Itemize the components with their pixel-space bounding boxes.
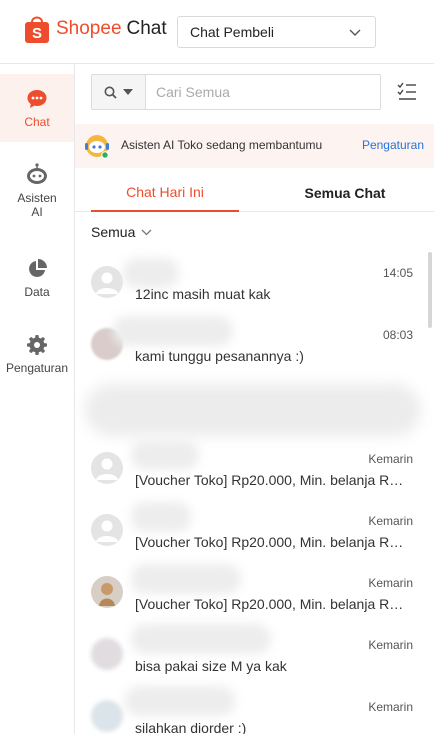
ai-assistant-banner: Asisten AI Toko sedang membantumu Pengat… — [75, 124, 434, 168]
sidebar-item-pengaturan[interactable]: Pengaturan — [0, 334, 74, 378]
conversation-preview: 12inc masih muat kak — [135, 286, 271, 302]
conversation-row[interactable]: Kemarin silahkan diorder :) — [75, 686, 425, 734]
conversation-row[interactable]: Kemarin [Voucher Toko] Rp20.000, Min. be… — [75, 564, 425, 628]
conversation-preview: bisa pakai size M ya kak — [135, 658, 287, 674]
contact-name-redacted — [131, 440, 199, 470]
sidebar: Chat Asisten AI Data Pengaturan — [0, 64, 75, 734]
avatar — [91, 638, 123, 670]
shopee-bag-icon: S — [25, 16, 49, 43]
search-bar — [91, 74, 381, 110]
ai-banner-text: Asisten AI Toko sedang membantumu — [121, 138, 323, 152]
sidebar-item-chat[interactable]: Chat — [0, 74, 74, 142]
conversation-preview: silahkan diorder :) — [135, 720, 247, 734]
tab-semua-chat[interactable]: Semua Chat — [271, 174, 419, 212]
conversation-row[interactable]: Kemarin [Voucher Toko] Rp20.000, Min. be… — [75, 502, 425, 566]
conversation-filter-dropdown[interactable]: Semua — [91, 224, 152, 240]
contact-name-redacted — [125, 686, 235, 716]
robot-icon — [27, 163, 47, 184]
search-icon — [104, 86, 117, 99]
sidebar-item-asisten-ai[interactable]: Asisten AI — [0, 162, 74, 226]
filter-selected-label: Semua — [91, 224, 136, 240]
tab-chat-hari-ini[interactable]: Chat Hari Ini — [91, 174, 239, 212]
conversation-time: 08:03 — [382, 328, 413, 342]
conversation-time: Kemarin — [368, 700, 413, 714]
conversation-time: Kemarin — [368, 452, 413, 466]
redacted-conversation — [85, 384, 421, 436]
conversation-row[interactable]: Kemarin [Voucher Toko] Rp20.000, Min. be… — [75, 440, 425, 504]
avatar — [91, 266, 123, 298]
ai-assistant-avatar-icon — [85, 135, 109, 159]
sidebar-item-label: Pengaturan — [5, 361, 69, 375]
avatar — [91, 576, 123, 608]
pie-chart-icon — [29, 259, 47, 277]
conversation-preview: [Voucher Toko] Rp20.000, Min. belanja Rp… — [135, 472, 407, 488]
search-scope-dropdown[interactable] — [92, 75, 146, 109]
conversation-time: Kemarin — [368, 514, 413, 528]
contact-name-redacted — [113, 316, 233, 346]
contact-name-redacted — [131, 624, 271, 654]
product-name: Chat — [126, 18, 167, 39]
conversation-row[interactable]: 08:03 kami tunggu pesanannya :) — [75, 316, 425, 380]
contact-name-redacted — [131, 502, 191, 532]
conversation-row[interactable]: 14:05 12inc masih muat kak — [75, 256, 425, 318]
conversation-preview: [Voucher Toko] Rp20.000, Min. belanja Rp… — [135, 534, 407, 550]
conversation-preview: [Voucher Toko] Rp20.000, Min. belanja Rp… — [135, 596, 407, 612]
avatar — [91, 452, 123, 484]
gear-icon — [27, 335, 47, 355]
chat-bubble-icon — [27, 90, 47, 108]
conversation-preview: kami tunggu pesanannya :) — [135, 348, 304, 364]
conversation-time: Kemarin — [368, 638, 413, 652]
sidebar-item-label: Chat — [24, 115, 50, 129]
conversation-time: 14:05 — [382, 266, 413, 280]
avatar — [91, 514, 123, 546]
contact-name-redacted — [123, 258, 179, 288]
app-header: S Shopee Chat Chat Pembeli — [0, 0, 434, 64]
contact-name-redacted — [131, 564, 241, 594]
search-input[interactable] — [146, 75, 376, 109]
chevron-down-icon — [349, 29, 361, 36]
shopee-chat-logo: S Shopee Chat — [24, 14, 167, 44]
sidebar-item-label: Data — [24, 285, 50, 299]
filter-list-icon[interactable] — [397, 82, 417, 102]
ai-settings-link[interactable]: Pengaturan — [362, 138, 424, 152]
conversation-row[interactable]: Kemarin bisa pakai size M ya kak — [75, 624, 425, 690]
conversation-time: Kemarin — [368, 576, 413, 590]
chat-tabs: Chat Hari Ini Semua Chat — [75, 174, 434, 212]
chat-list-panel: Asisten AI Toko sedang membantumu Pengat… — [75, 64, 434, 734]
sidebar-item-data[interactable]: Data — [0, 258, 74, 302]
chat-role-selected: Chat Pembeli — [190, 24, 275, 40]
brand-name: Shopee — [56, 18, 122, 39]
chevron-down-icon — [141, 229, 152, 235]
svg-text:S: S — [32, 25, 42, 42]
list-scrollbar[interactable] — [428, 252, 432, 328]
caret-down-icon — [123, 89, 133, 95]
chat-role-select[interactable]: Chat Pembeli — [177, 16, 376, 48]
avatar — [91, 700, 123, 732]
sidebar-item-label: Asisten AI — [17, 191, 57, 219]
